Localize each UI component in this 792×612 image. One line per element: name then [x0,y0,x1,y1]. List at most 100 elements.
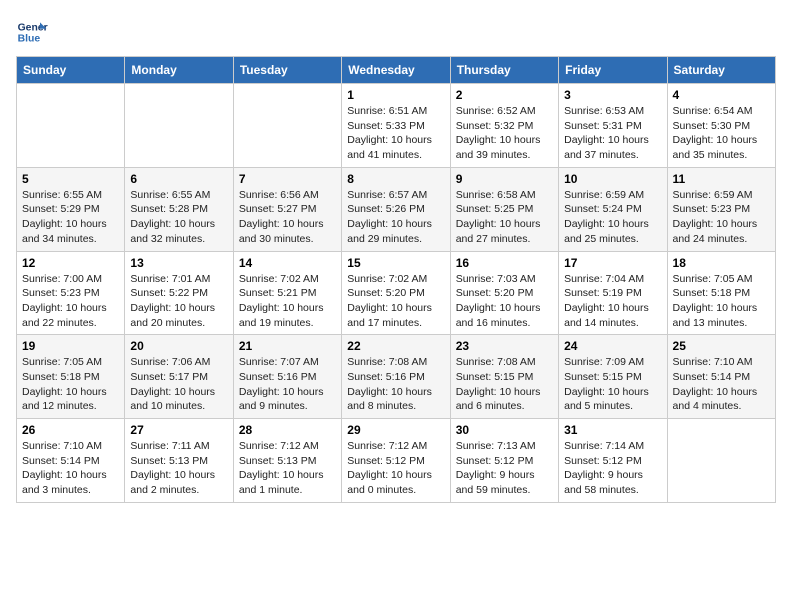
day-number: 13 [130,256,227,270]
day-info: Sunrise: 7:13 AMSunset: 5:12 PMDaylight:… [456,439,553,498]
calendar-cell: 2 Sunrise: 6:52 AMSunset: 5:32 PMDaylight… [450,84,558,168]
week-row-5: 26 Sunrise: 7:10 AMSunset: 5:14 PMDayligh… [17,419,776,503]
day-number: 28 [239,423,336,437]
calendar-cell: 3 Sunrise: 6:53 AMSunset: 5:31 PMDaylight… [559,84,667,168]
calendar-cell: 8Sunrise: 6:57 AMSunset: 5:26 PMDaylight… [342,167,450,251]
day-info: Sunrise: 6:56 AMSunset: 5:27 PMDaylight:… [239,188,336,247]
day-number: 27 [130,423,227,437]
day-info: Sunrise: 7:07 AMSunset: 5:16 PMDaylight:… [239,355,336,414]
calendar-cell: 28Sunrise: 7:12 AMSunset: 5:13 PMDayligh… [233,419,341,503]
day-number: 1 [347,88,444,102]
calendar-cell: 12Sunrise: 7:00 AMSunset: 5:23 PMDayligh… [17,251,125,335]
day-number: 15 [347,256,444,270]
day-info: Sunrise: 7:02 AMSunset: 5:20 PMDaylight:… [347,272,444,331]
day-number: 10 [564,172,661,186]
day-number: 17 [564,256,661,270]
day-number: 16 [456,256,553,270]
day-header-tuesday: Tuesday [233,57,341,84]
day-number: 22 [347,339,444,353]
day-info: Sunrise: 6:52 AMSunset: 5:32 PMDaylight:… [456,104,553,163]
day-info: Sunrise: 6:53 AMSunset: 5:31 PMDaylight:… [564,104,661,163]
day-info: Sunrise: 7:04 AMSunset: 5:19 PMDaylight:… [564,272,661,331]
day-header-saturday: Saturday [667,57,775,84]
day-number: 5 [22,172,119,186]
calendar-cell: 15 Sunrise: 7:02 AMSunset: 5:20 PMDayligh… [342,251,450,335]
day-info: Sunrise: 7:05 AMSunset: 5:18 PMDaylight:… [673,272,770,331]
calendar-cell: 6 Sunrise: 6:55 AMSunset: 5:28 PMDaylight… [125,167,233,251]
day-number: 14 [239,256,336,270]
svg-text:Blue: Blue [18,34,41,45]
calendar-cell: 5 Sunrise: 6:55 AMSunset: 5:29 PMDaylight… [17,167,125,251]
day-number: 26 [22,423,119,437]
day-number: 30 [456,423,553,437]
day-number: 8 [347,172,444,186]
calendar-cell [125,84,233,168]
week-row-3: 12Sunrise: 7:00 AMSunset: 5:23 PMDayligh… [17,251,776,335]
day-number: 11 [673,172,770,186]
day-info: Sunrise: 7:10 AMSunset: 5:14 PMDaylight:… [22,439,119,498]
day-number: 29 [347,423,444,437]
day-info: Sunrise: 7:05 AMSunset: 5:18 PMDaylight:… [22,355,119,414]
calendar-cell: 4 Sunrise: 6:54 AMSunset: 5:30 PMDaylight… [667,84,775,168]
day-info: Sunrise: 6:59 AMSunset: 5:24 PMDaylight:… [564,188,661,247]
day-info: Sunrise: 6:54 AMSunset: 5:30 PMDaylight:… [673,104,770,163]
calendar-cell: 9 Sunrise: 6:58 AMSunset: 5:25 PMDaylight… [450,167,558,251]
calendar-cell [667,419,775,503]
day-number: 9 [456,172,553,186]
week-row-4: 19Sunrise: 7:05 AMSunset: 5:18 PMDayligh… [17,335,776,419]
day-info: Sunrise: 7:06 AMSunset: 5:17 PMDaylight:… [130,355,227,414]
day-info: Sunrise: 6:58 AMSunset: 5:25 PMDaylight:… [456,188,553,247]
days-header-row: SundayMondayTuesdayWednesdayThursdayFrid… [17,57,776,84]
day-header-wednesday: Wednesday [342,57,450,84]
calendar-cell: 7 Sunrise: 6:56 AMSunset: 5:27 PMDaylight… [233,167,341,251]
day-info: Sunrise: 7:03 AMSunset: 5:20 PMDaylight:… [456,272,553,331]
day-info: Sunrise: 7:08 AMSunset: 5:16 PMDaylight:… [347,355,444,414]
day-info: Sunrise: 7:01 AMSunset: 5:22 PMDaylight:… [130,272,227,331]
day-info: Sunrise: 7:09 AMSunset: 5:15 PMDaylight:… [564,355,661,414]
day-number: 31 [564,423,661,437]
day-info: Sunrise: 6:55 AMSunset: 5:28 PMDaylight:… [130,188,227,247]
day-number: 6 [130,172,227,186]
day-number: 18 [673,256,770,270]
day-number: 3 [564,88,661,102]
calendar-cell [17,84,125,168]
calendar-cell: 25 Sunrise: 7:10 AMSunset: 5:14 PMDayligh… [667,335,775,419]
day-number: 2 [456,88,553,102]
calendar-cell: 31Sunrise: 7:14 AMSunset: 5:12 PMDayligh… [559,419,667,503]
day-header-monday: Monday [125,57,233,84]
calendar-cell: 19Sunrise: 7:05 AMSunset: 5:18 PMDayligh… [17,335,125,419]
day-header-friday: Friday [559,57,667,84]
day-number: 4 [673,88,770,102]
calendar-cell: 22 Sunrise: 7:08 AMSunset: 5:16 PMDayligh… [342,335,450,419]
day-header-sunday: Sunday [17,57,125,84]
day-header-thursday: Thursday [450,57,558,84]
week-row-2: 5 Sunrise: 6:55 AMSunset: 5:29 PMDaylight… [17,167,776,251]
day-info: Sunrise: 7:00 AMSunset: 5:23 PMDaylight:… [22,272,119,331]
day-info: Sunrise: 6:51 AMSunset: 5:33 PMDaylight:… [347,104,444,163]
calendar-cell: 30 Sunrise: 7:13 AMSunset: 5:12 PMDayligh… [450,419,558,503]
calendar-cell: 24 Sunrise: 7:09 AMSunset: 5:15 PMDayligh… [559,335,667,419]
logo-icon: General Blue [16,16,48,48]
calendar-cell: 18 Sunrise: 7:05 AMSunset: 5:18 PMDayligh… [667,251,775,335]
day-number: 7 [239,172,336,186]
calendar-cell: 13 Sunrise: 7:01 AMSunset: 5:22 PMDayligh… [125,251,233,335]
page-header: General Blue [16,16,776,48]
calendar-cell: 10 Sunrise: 6:59 AMSunset: 5:24 PMDayligh… [559,167,667,251]
calendar-cell: 27 Sunrise: 7:11 AMSunset: 5:13 PMDayligh… [125,419,233,503]
calendar-cell: 16 Sunrise: 7:03 AMSunset: 5:20 PMDayligh… [450,251,558,335]
calendar-cell: 17 Sunrise: 7:04 AMSunset: 5:19 PMDayligh… [559,251,667,335]
day-info: Sunrise: 6:55 AMSunset: 5:29 PMDaylight:… [22,188,119,247]
calendar-cell: 20 Sunrise: 7:06 AMSunset: 5:17 PMDayligh… [125,335,233,419]
day-number: 20 [130,339,227,353]
day-info: Sunrise: 7:12 AMSunset: 5:12 PMDaylight:… [347,439,444,498]
week-row-1: 1 Sunrise: 6:51 AMSunset: 5:33 PMDaylight… [17,84,776,168]
calendar-table: SundayMondayTuesdayWednesdayThursdayFrid… [16,56,776,503]
day-number: 21 [239,339,336,353]
day-info: Sunrise: 7:10 AMSunset: 5:14 PMDaylight:… [673,355,770,414]
calendar-cell: 1 Sunrise: 6:51 AMSunset: 5:33 PMDaylight… [342,84,450,168]
day-info: Sunrise: 7:11 AMSunset: 5:13 PMDaylight:… [130,439,227,498]
calendar-cell: 11Sunrise: 6:59 AMSunset: 5:23 PMDayligh… [667,167,775,251]
calendar-cell: 29 Sunrise: 7:12 AMSunset: 5:12 PMDayligh… [342,419,450,503]
day-number: 25 [673,339,770,353]
day-number: 24 [564,339,661,353]
